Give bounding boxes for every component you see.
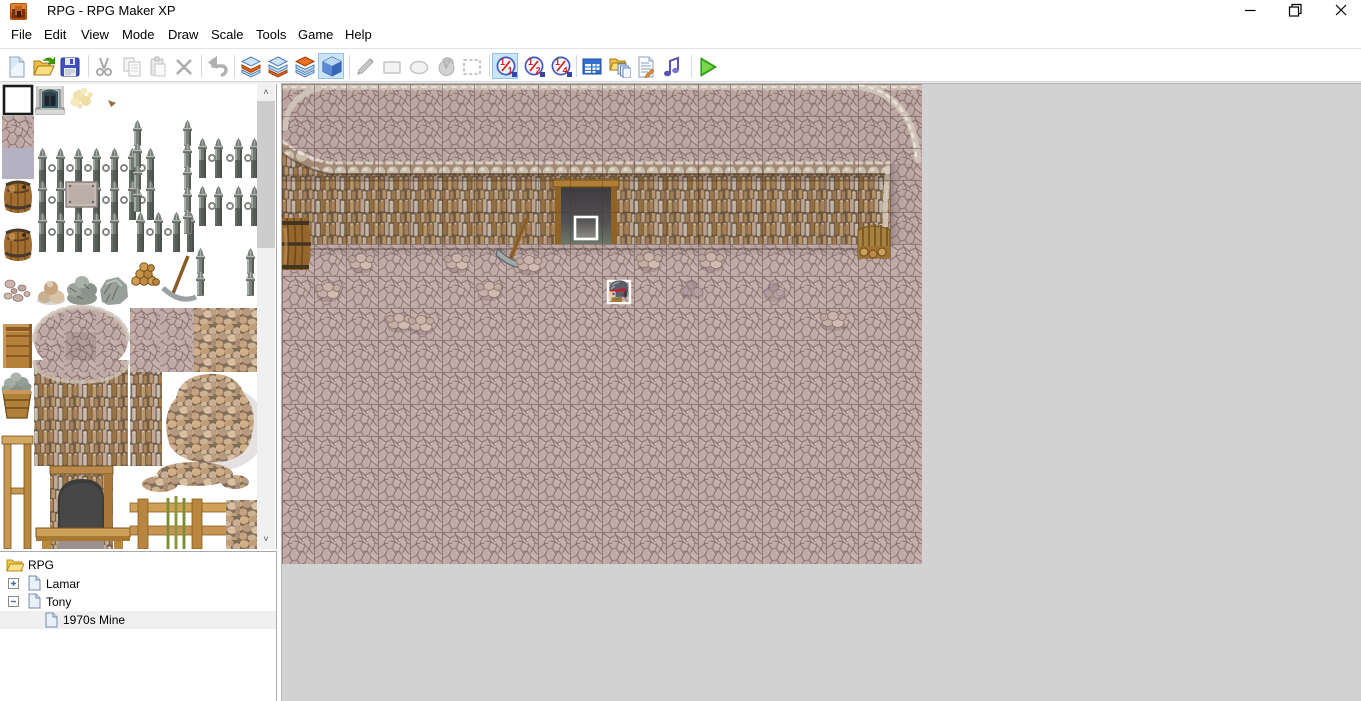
svg-text:1: 1 bbox=[555, 57, 560, 67]
svg-text:1: 1 bbox=[528, 57, 533, 67]
svg-text:1: 1 bbox=[508, 65, 513, 75]
svg-text:2: 2 bbox=[536, 65, 541, 75]
svg-text:1: 1 bbox=[500, 57, 505, 67]
svg-text:4: 4 bbox=[563, 65, 568, 75]
